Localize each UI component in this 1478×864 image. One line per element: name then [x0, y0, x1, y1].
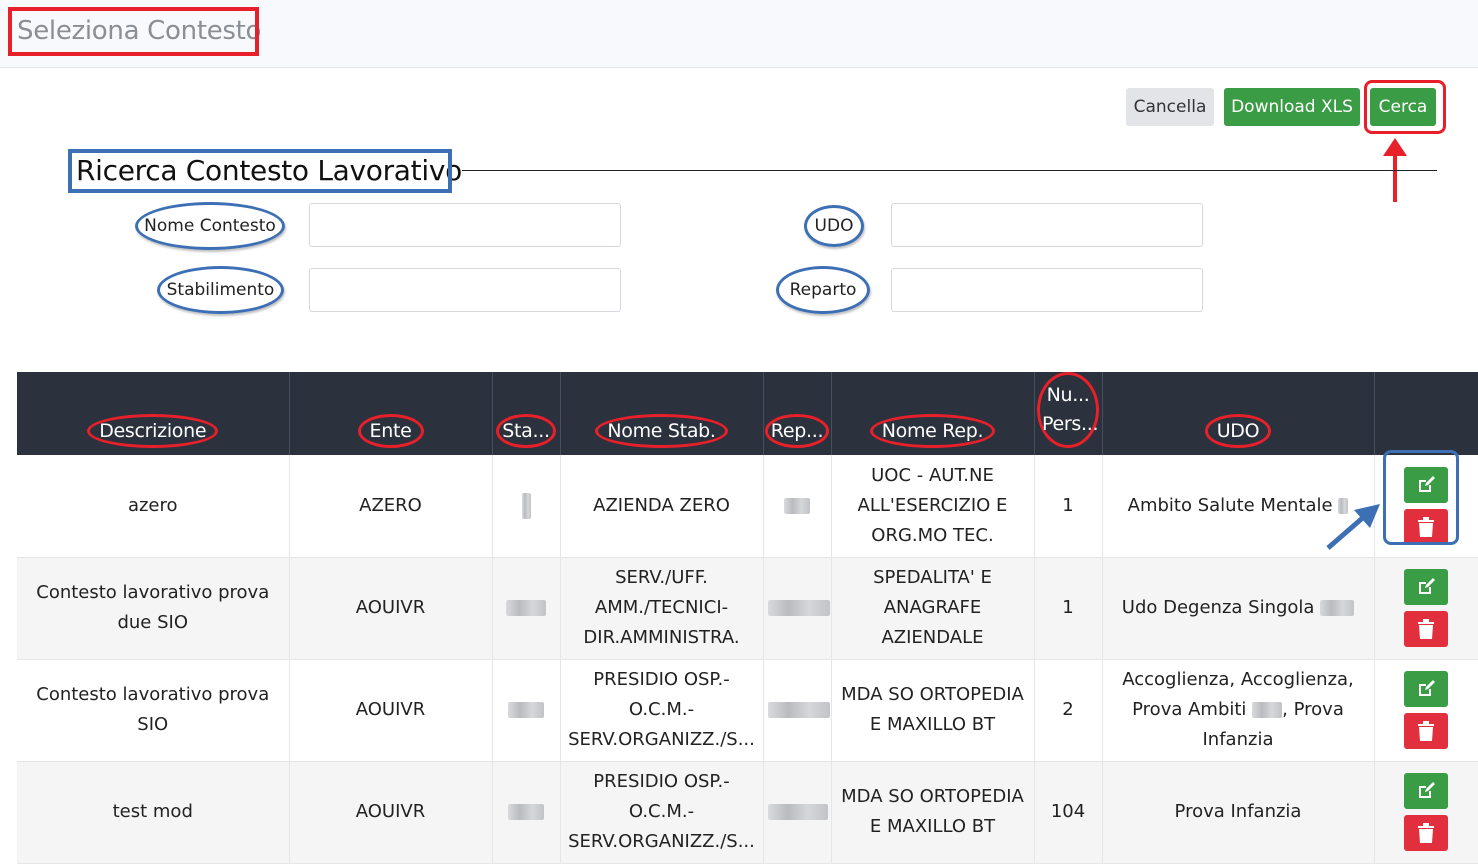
col-stabilimento[interactable]: Sta...	[492, 372, 561, 455]
col-num-pers[interactable]: Nu... Pers...	[1034, 372, 1103, 455]
stabilimento-input[interactable]	[309, 268, 621, 312]
col-nome-rep[interactable]: Nome Rep.	[831, 372, 1035, 455]
redacted-value	[767, 702, 830, 718]
reparto-label: Reparto	[776, 266, 870, 314]
trash-icon	[1418, 619, 1434, 639]
cell-nome-rep: MDA SO ORTOPEDIA E MAXILLO BT	[831, 761, 1035, 864]
cell-reparto	[763, 557, 832, 660]
download-xls-button[interactable]: Download XLS	[1224, 88, 1360, 126]
cell-nome-stab: SERV./UFF. AMM./TECNICI-DIR.AMMINISTRA.	[560, 557, 764, 660]
col-udo[interactable]: UDO	[1102, 372, 1375, 455]
delete-button[interactable]	[1404, 815, 1448, 851]
cell-descrizione: test mod	[17, 761, 290, 864]
title-highlight	[8, 7, 259, 56]
cell-stabilimento	[492, 557, 561, 660]
cell-descrizione: azero	[17, 455, 290, 558]
cell-actions	[1374, 659, 1478, 762]
cell-stabilimento	[492, 455, 561, 558]
trash-icon	[1418, 823, 1434, 843]
cell-actions	[1374, 761, 1478, 864]
cell-ente: AZERO	[289, 455, 493, 558]
col-descrizione[interactable]: Descrizione	[17, 372, 290, 455]
cell-ente: AOUIVR	[289, 557, 493, 660]
edit-icon	[1419, 578, 1435, 594]
cell-nome-stab: PRESIDIO OSP.-O.C.M.-SERV.ORGANIZZ./S...	[560, 761, 764, 864]
col-actions	[1374, 372, 1478, 455]
cell-reparto	[763, 455, 832, 558]
cell-num-pers: 2	[1034, 659, 1103, 762]
edit-icon	[1419, 680, 1435, 696]
cell-num-pers: 1	[1034, 557, 1103, 660]
cell-stabilimento	[492, 761, 561, 864]
contexts-table: Descrizione Ente Sta... Nome Stab. Rep..…	[17, 372, 1478, 864]
trash-icon	[1418, 721, 1434, 741]
edit-button[interactable]	[1404, 569, 1448, 605]
cell-descrizione: Contesto lavorativo prova due SIO	[17, 557, 290, 660]
cell-ente: AOUIVR	[289, 761, 493, 864]
table-row[interactable]: test mod AOUIVR PRESIDIO OSP.-O.C.M.-SER…	[17, 761, 1478, 864]
udo-label: UDO	[804, 205, 864, 247]
cell-nome-stab: AZIENDA ZERO	[560, 455, 764, 558]
actions-highlight	[1383, 450, 1459, 545]
redacted-value	[767, 600, 830, 616]
cell-actions	[1374, 557, 1478, 660]
cell-num-pers: 104	[1034, 761, 1103, 864]
nome-contesto-label: Nome Contesto	[135, 202, 285, 250]
arrow-diagonal-icon	[1326, 504, 1380, 550]
redacted-value	[521, 492, 531, 519]
edit-button[interactable]	[1404, 773, 1448, 809]
cell-nome-rep: MDA SO ORTOPEDIA E MAXILLO BT	[831, 659, 1035, 762]
table-row[interactable]: Contesto lavorativo prova SIO AOUIVR PRE…	[17, 659, 1478, 762]
section-divider	[462, 170, 1437, 171]
redacted-value	[767, 804, 828, 820]
delete-button[interactable]	[1404, 713, 1448, 749]
search-button-highlight	[1364, 80, 1446, 134]
col-nome-stab[interactable]: Nome Stab.	[560, 372, 764, 455]
table-header-row: Descrizione Ente Sta... Nome Stab. Rep..…	[17, 372, 1478, 455]
delete-button[interactable]	[1404, 611, 1448, 647]
cell-reparto	[763, 761, 832, 864]
col-ente[interactable]: Ente	[289, 372, 493, 455]
cell-ente: AOUIVR	[289, 659, 493, 762]
redacted-value	[1320, 600, 1355, 616]
cell-nome-rep: SPEDALITA' E ANAGRAFE AZIENDALE	[831, 557, 1035, 660]
reparto-input[interactable]	[891, 268, 1203, 312]
cell-reparto	[763, 659, 832, 762]
redacted-value	[508, 804, 544, 820]
nome-contesto-input[interactable]	[309, 203, 621, 247]
redacted-value	[784, 497, 810, 514]
table-row[interactable]: azero AZERO AZIENDA ZERO UOC - AUT.NE AL…	[17, 455, 1478, 558]
stabilimento-label: Stabilimento	[157, 266, 284, 314]
cancel-button[interactable]: Cancella	[1126, 88, 1214, 126]
edit-button[interactable]	[1404, 671, 1448, 707]
cell-udo: Prova Infanzia	[1102, 761, 1375, 864]
edit-icon	[1419, 782, 1435, 798]
redacted-value	[508, 702, 544, 718]
cell-nome-rep: UOC - AUT.NE ALL'ESERCIZIO E ORG.MO TEC.	[831, 455, 1035, 558]
cell-nome-stab: PRESIDIO OSP.-O.C.M.-SERV.ORGANIZZ./S...	[560, 659, 764, 762]
table-row[interactable]: Contesto lavorativo prova due SIO AOUIVR…	[17, 557, 1478, 660]
cell-udo: Accoglienza, Accoglienza, Prova Ambiti ,…	[1102, 659, 1375, 762]
cell-num-pers: 1	[1034, 455, 1103, 558]
redacted-value	[1252, 702, 1283, 718]
cell-udo: Udo Degenza Singola	[1102, 557, 1375, 660]
cell-stabilimento	[492, 659, 561, 762]
section-title-highlight	[68, 149, 452, 193]
arrow-up-icon	[1383, 138, 1407, 202]
cell-descrizione: Contesto lavorativo prova SIO	[17, 659, 290, 762]
redacted-value	[506, 600, 546, 616]
col-reparto[interactable]: Rep...	[763, 372, 832, 455]
udo-input[interactable]	[891, 203, 1203, 247]
